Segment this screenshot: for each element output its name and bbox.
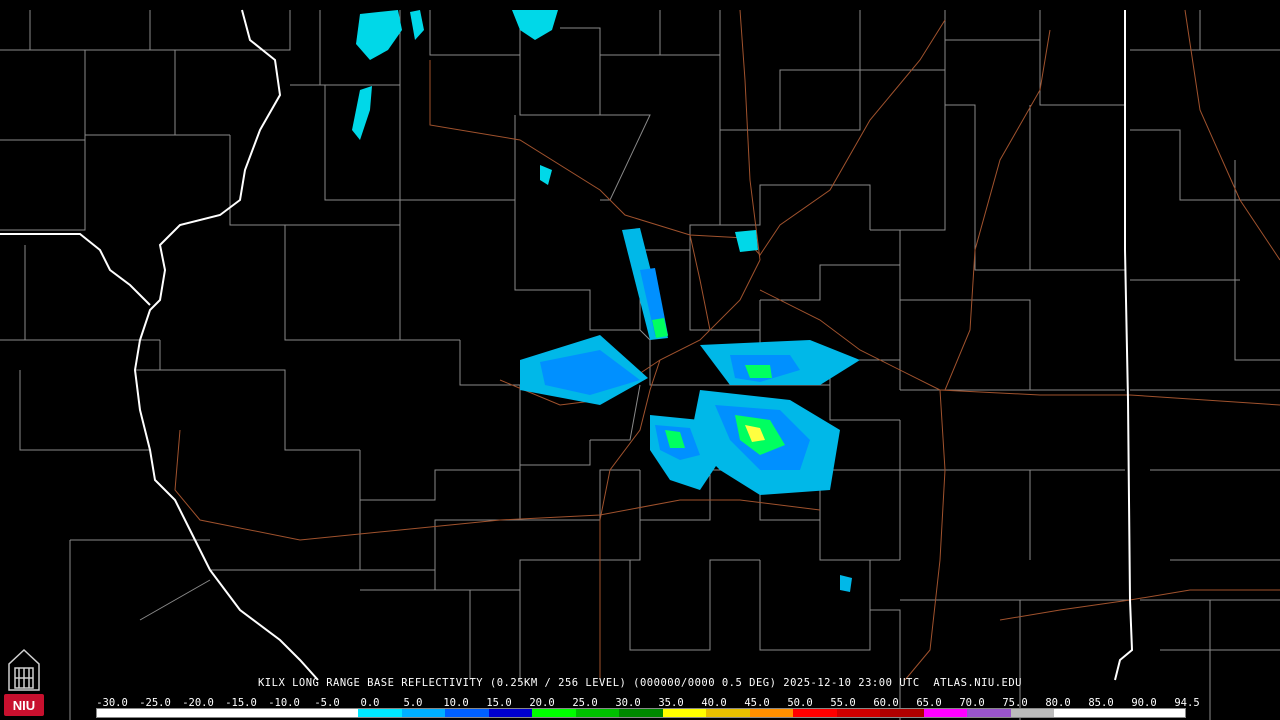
colorbar-segment-14 [706,709,751,717]
colorbar-segment-9 [488,709,533,717]
colorbar [96,708,1186,718]
colorbar-segment-17 [836,709,881,717]
colorbar-segment-13 [662,709,707,717]
colorbar-segment-11 [575,709,620,717]
colorbar-segment-22 [1054,709,1099,717]
colorbar-segment-18 [880,709,925,717]
niu-logo: NIU [3,646,45,718]
colorbar-segment-7 [401,709,446,717]
state-boundaries [0,9,1134,681]
colorbar-segment-8 [445,709,490,717]
colorbar-segment-12 [619,709,664,717]
colorbar-segment-23 [1097,709,1142,717]
logo-text: NIU [13,698,35,713]
colorbar-segment-10 [532,709,577,717]
colorbar-segment-20 [967,709,1012,717]
colorbar-segment-16 [793,709,838,717]
colorbar-segment-3 [227,709,272,717]
colorbar-segment-5 [314,709,359,717]
colorbar-segment-2 [184,709,229,717]
county-boundaries [0,10,1280,720]
colorbar-segment-6 [358,709,403,717]
product-caption: KILX LONG RANGE BASE REFLECTIVITY (0.25K… [257,677,1022,689]
colorbar-segment-1 [140,709,185,717]
colorbar-segment-24 [1141,709,1186,717]
colorbar-segment-19 [923,709,968,717]
radar-map [0,9,1280,720]
colorbar-segment-4 [271,709,316,717]
colorbar-segment-0 [97,709,142,717]
colorbar-segment-15 [749,709,794,717]
radar-echoes [352,10,860,592]
colorbar-segment-21 [1010,709,1055,717]
